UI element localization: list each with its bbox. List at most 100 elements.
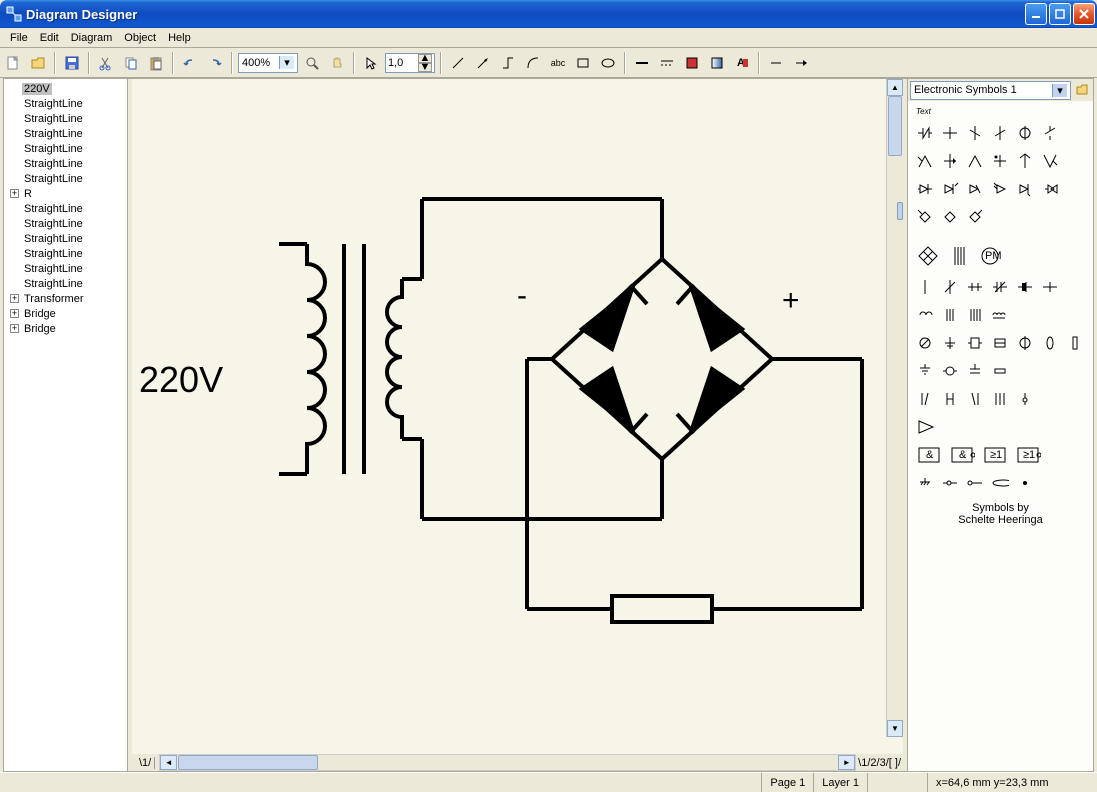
undo-button[interactable]: [179, 52, 201, 74]
symbol-icon[interactable]: [1016, 390, 1034, 408]
symbol-icon[interactable]: [1016, 152, 1034, 170]
tree-node[interactable]: StraightLine: [6, 141, 125, 156]
symbol-icon[interactable]: [941, 362, 959, 380]
symbol-icon[interactable]: [941, 474, 959, 492]
symbol-icon[interactable]: [1066, 334, 1084, 352]
connector1-tool-button[interactable]: [497, 52, 519, 74]
arrow-tool-button[interactable]: [472, 52, 494, 74]
symbol-icon[interactable]: [1041, 180, 1059, 198]
panel-resize-handle[interactable]: [897, 202, 903, 220]
spin-down-icon[interactable]: ▼: [418, 63, 432, 72]
new-button[interactable]: [2, 52, 24, 74]
palette-text-label[interactable]: Text: [910, 107, 1091, 116]
scroll-thumb[interactable]: [178, 755, 318, 770]
zoom-tool-button[interactable]: [301, 52, 323, 74]
horizontal-scrollbar[interactable]: ◄ ►: [159, 754, 856, 771]
minimize-button[interactable]: [1025, 3, 1047, 25]
maximize-button[interactable]: [1049, 3, 1071, 25]
zoom-combo[interactable]: 400%▾: [238, 53, 298, 73]
symbol-icon[interactable]: [1041, 152, 1059, 170]
symbol-icon[interactable]: [916, 390, 934, 408]
symbol-icon[interactable]: [1016, 278, 1034, 296]
symbol-icon[interactable]: [916, 124, 934, 142]
linestyle-button[interactable]: [656, 52, 678, 74]
scroll-down-icon[interactable]: ▼: [887, 720, 903, 737]
tree-node[interactable]: StraightLine: [6, 231, 125, 246]
symbol-opamp-icon[interactable]: [916, 418, 934, 436]
arrowend-button[interactable]: [790, 52, 812, 74]
tree-node[interactable]: StraightLine: [6, 261, 125, 276]
symbol-icon[interactable]: [941, 180, 959, 198]
symbol-icon[interactable]: [966, 306, 984, 324]
symbol-icon[interactable]: [991, 124, 1009, 142]
tree-node[interactable]: StraightLine: [6, 126, 125, 141]
symbol-icon[interactable]: [1016, 334, 1034, 352]
pan-tool-button[interactable]: [326, 52, 348, 74]
symbol-icon[interactable]: [1041, 278, 1059, 296]
scroll-thumb[interactable]: [888, 96, 902, 156]
symbol-gate-icon[interactable]: &: [949, 446, 975, 464]
symbol-icon[interactable]: [941, 306, 959, 324]
tree-node[interactable]: StraightLine: [6, 171, 125, 186]
symbol-icon[interactable]: [991, 474, 1009, 492]
tree-node[interactable]: 220V: [6, 81, 125, 96]
connector2-tool-button[interactable]: [522, 52, 544, 74]
symbol-icon[interactable]: [966, 390, 984, 408]
copy-button[interactable]: [120, 52, 142, 74]
open-button[interactable]: [27, 52, 49, 74]
symbol-icon[interactable]: [966, 208, 984, 226]
symbol-icon[interactable]: [991, 152, 1009, 170]
object-tree[interactable]: 220V StraightLine StraightLine StraightL…: [4, 79, 128, 771]
redo-button[interactable]: [204, 52, 226, 74]
menu-diagram[interactable]: Diagram: [65, 30, 119, 46]
symbol-bridge-icon[interactable]: [916, 244, 940, 268]
textcolor-button[interactable]: A: [731, 52, 753, 74]
symbol-icon[interactable]: [966, 362, 984, 380]
expand-icon[interactable]: +: [10, 189, 19, 198]
symbol-icon[interactable]: [1016, 180, 1034, 198]
menu-file[interactable]: File: [4, 30, 34, 46]
symbol-icon[interactable]: [966, 180, 984, 198]
symbol-icon[interactable]: [966, 278, 984, 296]
symbol-icon[interactable]: [991, 362, 1009, 380]
symbol-icon[interactable]: [966, 334, 984, 352]
palette-combo[interactable]: Electronic Symbols 1▾: [910, 81, 1071, 100]
tree-node[interactable]: StraightLine: [6, 246, 125, 261]
arrowstart-button[interactable]: [765, 52, 787, 74]
paste-button[interactable]: [145, 52, 167, 74]
symbol-gate-icon[interactable]: ≥1: [982, 446, 1008, 464]
symbol-icon[interactable]: [916, 334, 934, 352]
symbol-gate-icon[interactable]: &: [916, 446, 942, 464]
tree-node[interactable]: +Bridge: [6, 321, 125, 336]
symbol-icon[interactable]: [916, 306, 934, 324]
menu-edit[interactable]: Edit: [34, 30, 65, 46]
text-tool-button[interactable]: abc: [547, 52, 569, 74]
canvas[interactable]: 220V - + ▲ ▼: [132, 79, 903, 754]
fillcolor-button[interactable]: [681, 52, 703, 74]
menu-object[interactable]: Object: [118, 30, 162, 46]
gradient-button[interactable]: [706, 52, 728, 74]
symbol-transformer-icon[interactable]: [947, 244, 971, 268]
symbol-icon[interactable]: [991, 390, 1009, 408]
expand-icon[interactable]: +: [10, 309, 19, 318]
tree-node[interactable]: StraightLine: [6, 111, 125, 126]
vertical-scrollbar[interactable]: ▲ ▼: [886, 79, 903, 737]
symbol-icon[interactable]: [966, 124, 984, 142]
tree-node[interactable]: +Transformer: [6, 291, 125, 306]
symbol-icon[interactable]: [916, 208, 934, 226]
symbol-icon[interactable]: [1016, 474, 1034, 492]
symbol-motor-icon[interactable]: PM: [978, 244, 1002, 268]
symbol-grid[interactable]: Text: [908, 101, 1093, 771]
cut-button[interactable]: [95, 52, 117, 74]
scroll-right-icon[interactable]: ►: [838, 755, 855, 770]
palette-settings-button[interactable]: [1073, 81, 1091, 99]
symbol-icon[interactable]: [991, 306, 1009, 324]
tree-node[interactable]: StraightLine: [6, 201, 125, 216]
symbol-icon[interactable]: [916, 474, 934, 492]
symbol-icon[interactable]: [941, 334, 959, 352]
layer-tabs[interactable]: \1/: [132, 754, 159, 771]
symbol-icon[interactable]: [941, 152, 959, 170]
symbol-icon[interactable]: [916, 362, 934, 380]
symbol-icon[interactable]: [1041, 124, 1059, 142]
symbol-icon[interactable]: [966, 474, 984, 492]
